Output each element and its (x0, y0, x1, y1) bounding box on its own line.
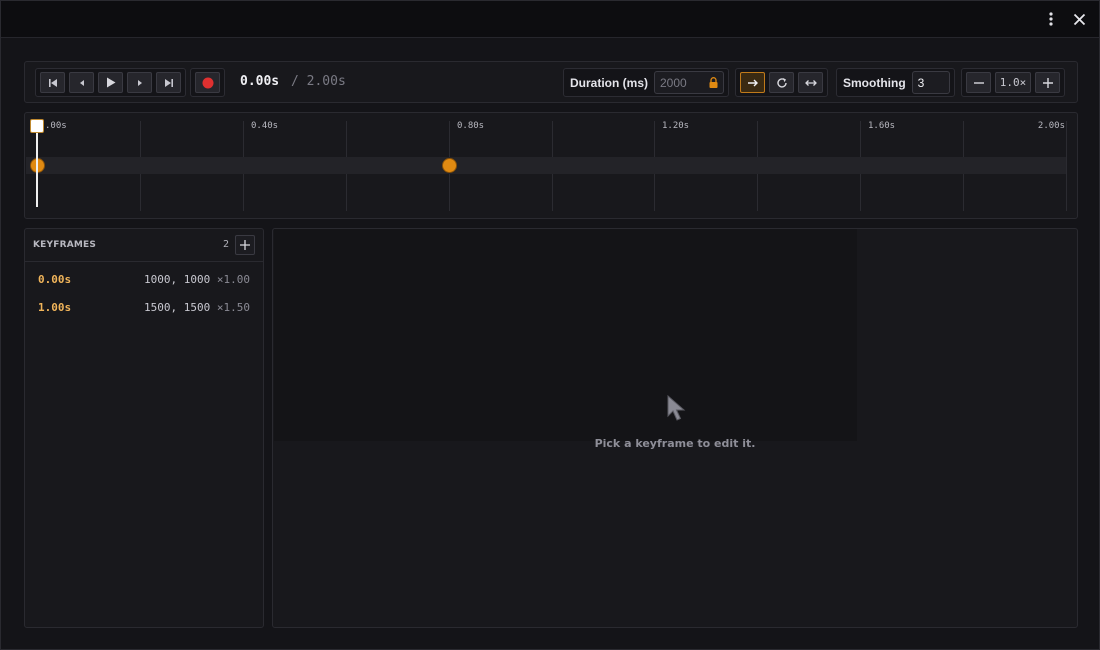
keyframe-values: 1000, 1000 ×1.00 (144, 273, 250, 286)
keyframe-row[interactable]: 1.00s 1500, 1500 ×1.50 (26, 296, 262, 320)
cursor-pointer-icon (667, 394, 686, 421)
keyframes-panel: KEYFRAMES 2 0.00s 1000, 1000 ×1.00 1.00s… (24, 228, 264, 628)
mode-ping-pong-button[interactable] (798, 72, 823, 93)
playback-mode-group (735, 68, 828, 97)
smoothing-field[interactable]: 3 (911, 71, 950, 94)
duration-value: 2000 (660, 75, 687, 90)
skip-to-start-button[interactable] (40, 72, 65, 93)
close-icon (1073, 13, 1085, 25)
loop-icon (776, 77, 787, 88)
total-time: / 2.00s (291, 74, 346, 89)
keyframe-scale: ×1.50 (216, 301, 250, 314)
close-button[interactable] (1069, 9, 1089, 29)
duration-group: Duration (ms) 2000 (563, 68, 729, 97)
skip-to-end-icon (164, 78, 173, 87)
zoom-group: 1.0× (961, 68, 1065, 97)
duration-label: Duration (ms) (570, 75, 648, 90)
duration-field[interactable]: 2000 (654, 71, 724, 94)
keyframe-position: 1000, 1000 (144, 273, 211, 286)
keyframe-track[interactable] (26, 157, 1066, 174)
step-back-button[interactable] (69, 72, 94, 93)
smoothing-label: Smoothing (843, 75, 906, 90)
keyframe-scale: ×1.00 (216, 273, 250, 286)
step-forward-button[interactable] (127, 72, 152, 93)
playback-toolbar: 0.00s / 2.00s Duration (ms) 2000 Smoothi… (24, 61, 1078, 103)
timeline-gridline (1066, 121, 1067, 211)
lock-icon (709, 77, 718, 88)
playhead (36, 121, 38, 207)
smoothing-value: 3 (917, 75, 925, 90)
skip-to-start-icon (48, 78, 57, 87)
empty-state-message: Pick a keyframe to edit it. (594, 437, 756, 450)
record-group (190, 68, 225, 97)
current-time: 0.00s (240, 74, 280, 89)
timeline[interactable]: .00s 0.40s 0.80s 1.20s 1.60s 2.00s (24, 112, 1078, 219)
keyframe-time: 1.00s (38, 301, 72, 314)
preview-overlay (274, 229, 857, 441)
timeline-tick-label: 2.00s (1037, 121, 1065, 131)
plus-icon (240, 240, 250, 250)
plus-icon (1042, 77, 1053, 88)
keyframes-title: KEYFRAMES (33, 240, 97, 250)
transport-controls (35, 68, 186, 97)
timeline-tick-label: .00s (45, 121, 67, 131)
play-button[interactable] (98, 72, 123, 93)
zoom-level: 1.0× (995, 72, 1031, 93)
timeline-tick-label: 0.80s (457, 121, 485, 131)
ping-pong-icon (804, 79, 817, 86)
zoom-in-button[interactable] (1035, 72, 1060, 93)
more-vertical-icon (1049, 12, 1053, 26)
keyframes-header: KEYFRAMES 2 (25, 229, 263, 262)
timeline-tick-label: 0.40s (251, 121, 279, 131)
keyframes-count: 2 (223, 239, 230, 250)
title-bar (1, 1, 1099, 38)
smoothing-group: Smoothing 3 (836, 68, 955, 97)
timeline-tick-label: 1.20s (662, 121, 690, 131)
step-forward-icon (137, 79, 142, 86)
skip-to-end-button[interactable] (156, 72, 181, 93)
keyframe-editor-window: 0.00s / 2.00s Duration (ms) 2000 Smoothi… (0, 0, 1100, 650)
zoom-out-button[interactable] (966, 72, 991, 93)
keyframe-position: 1500, 1500 (144, 301, 211, 314)
mode-loop-button[interactable] (769, 72, 794, 93)
step-back-icon (79, 79, 84, 86)
keyframe-values: 1500, 1500 ×1.50 (144, 301, 250, 314)
keyframe-time: 0.00s (38, 273, 72, 286)
timeline-keyframe-marker[interactable] (442, 158, 457, 173)
play-icon (106, 77, 115, 88)
add-keyframe-button[interactable] (235, 235, 255, 255)
more-menu-button[interactable] (1041, 9, 1061, 29)
record-icon (202, 77, 213, 88)
timeline-tick-label: 1.60s (868, 121, 896, 131)
record-button[interactable] (195, 72, 220, 93)
keyframe-editor-panel: Pick a keyframe to edit it. (272, 228, 1078, 628)
arrow-right-icon (747, 79, 758, 86)
playhead-handle[interactable] (30, 119, 44, 133)
mode-once-button[interactable] (740, 72, 765, 93)
keyframe-row[interactable]: 0.00s 1000, 1000 ×1.00 (26, 268, 262, 292)
minus-icon (973, 81, 984, 84)
